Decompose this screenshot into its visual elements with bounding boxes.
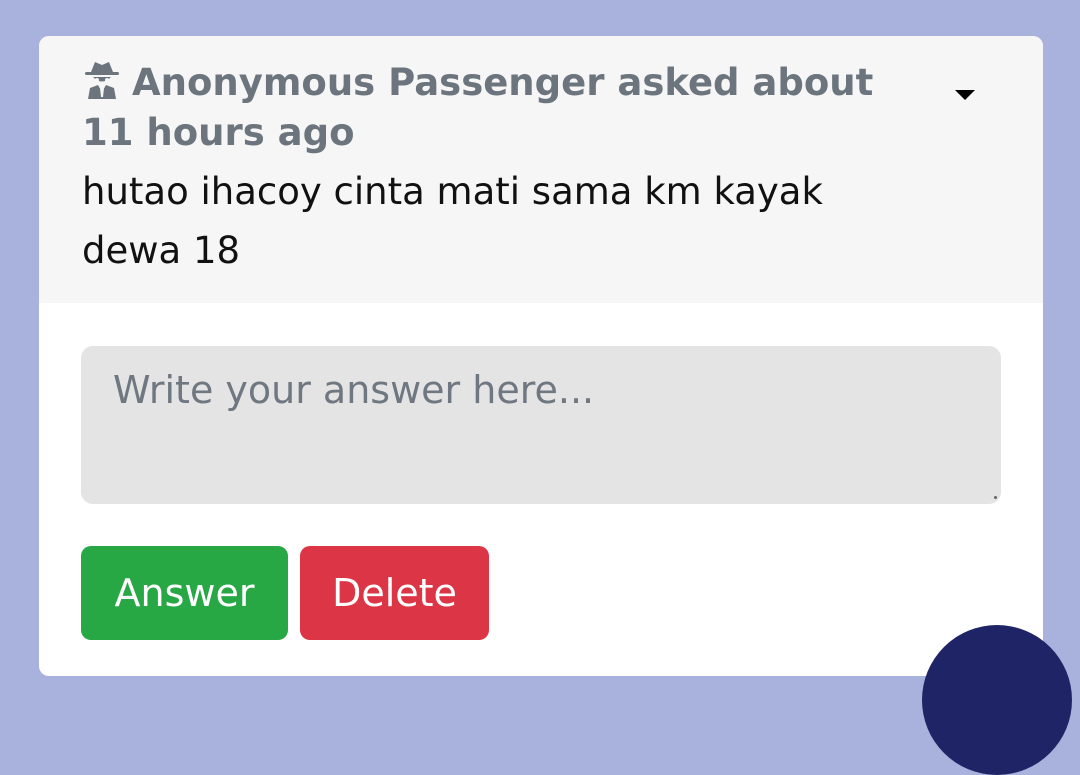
answer-button[interactable]: Answer [81, 546, 288, 640]
user-secret-icon [85, 62, 119, 99]
question-card: Anonymous Passenger asked about 11 hours… [39, 36, 1043, 676]
resize-handle[interactable] [994, 496, 997, 499]
asker-line: Anonymous Passenger asked about 11 hours… [82, 58, 902, 158]
floating-action-button[interactable] [922, 625, 1072, 775]
question-text: hutao ihacoy cinta mati sama km kayak de… [82, 170, 823, 272]
delete-button[interactable]: Delete [300, 546, 489, 640]
answer-input[interactable] [81, 346, 1001, 504]
caret-down-icon[interactable] [953, 88, 977, 102]
asker-text: Anonymous Passenger asked about 11 hours… [82, 61, 874, 154]
question-header: Anonymous Passenger asked about 11 hours… [39, 36, 1043, 303]
